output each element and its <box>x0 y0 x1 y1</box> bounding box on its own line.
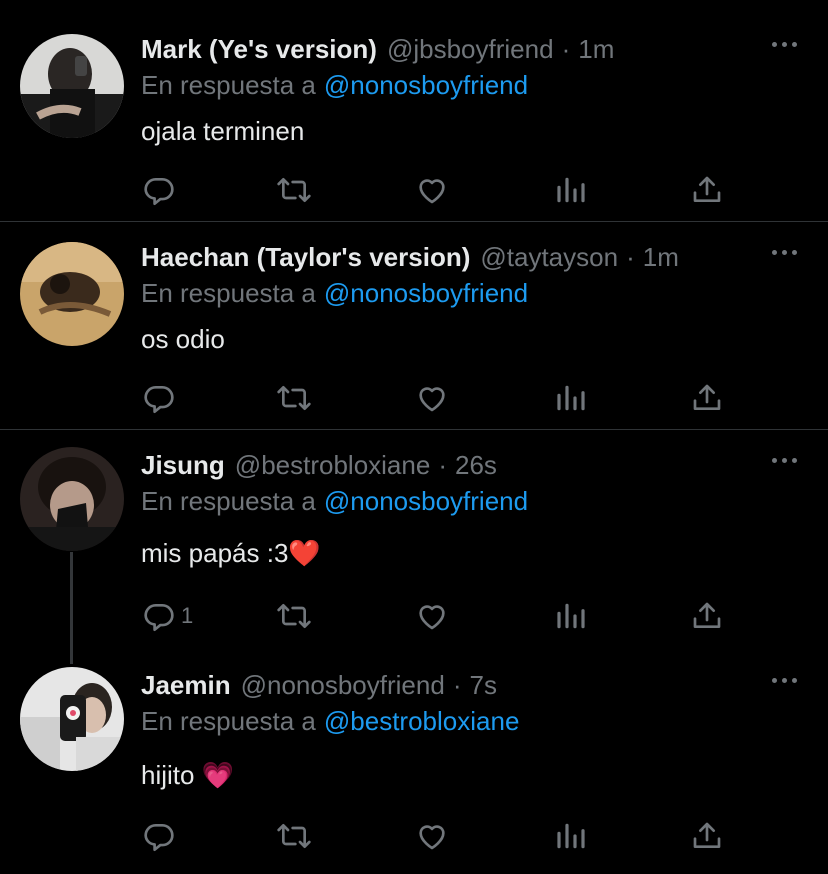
tweet-text: mis papás :3 <box>141 538 289 568</box>
reply-icon <box>144 824 174 852</box>
retweet-button[interactable] <box>276 596 312 636</box>
retweet-button[interactable] <box>276 378 312 418</box>
tweet-jisung[interactable]: Jisung @bestrobloxiane · 26s En respuest… <box>0 447 828 655</box>
reply-context: En respuesta a @nonosboyfriend <box>141 70 528 101</box>
share-icon <box>693 176 721 202</box>
like-icon <box>419 179 445 204</box>
action-bar: 1 <box>0 596 828 636</box>
like-button[interactable] <box>416 816 448 856</box>
reply-context: En respuesta a @nonosboyfriend <box>141 278 528 309</box>
more-icon[interactable] <box>772 250 802 262</box>
more-icon[interactable] <box>772 678 802 690</box>
display-name[interactable]: Mark (Ye's version) <box>141 34 377 65</box>
analytics-button[interactable] <box>556 596 586 636</box>
tweet-body: hijito 💗 <box>141 760 234 791</box>
reply-prefix: En respuesta a <box>141 486 316 516</box>
like-button[interactable] <box>416 378 448 418</box>
analytics-icon <box>557 385 585 411</box>
tweet-text: hijito <box>141 760 195 790</box>
reply-prefix: En respuesta a <box>141 706 316 736</box>
divider <box>0 221 828 222</box>
display-name[interactable]: Jisung <box>141 450 225 481</box>
analytics-button[interactable] <box>556 816 586 856</box>
avatar[interactable] <box>20 242 124 346</box>
display-name[interactable]: Jaemin <box>141 670 231 701</box>
reply-context: En respuesta a @nonosboyfriend <box>141 486 528 517</box>
share-icon <box>693 602 721 628</box>
reply-prefix: En respuesta a <box>141 70 316 100</box>
divider <box>0 429 828 430</box>
retweet-icon <box>277 824 311 848</box>
analytics-icon <box>557 177 585 203</box>
tweet-mark[interactable]: Mark (Ye's version) @jbsboyfriend · 1m E… <box>0 34 828 220</box>
timestamp[interactable]: 26s <box>455 450 497 481</box>
reply-to-handle[interactable]: @nonosboyfriend <box>324 278 528 308</box>
retweet-button[interactable] <box>276 170 312 210</box>
more-icon[interactable] <box>772 458 802 470</box>
separator-dot: · <box>452 670 462 700</box>
reply-prefix: En respuesta a <box>141 278 316 308</box>
display-name[interactable]: Haechan (Taylor's version) <box>141 242 470 273</box>
reply-to-handle[interactable]: @nonosboyfriend <box>324 486 528 516</box>
tweet-haechan[interactable]: Haechan (Taylor's version) @taytayson · … <box>0 242 828 428</box>
timestamp[interactable]: 1m <box>578 34 614 65</box>
reply-context: En respuesta a @bestrobloxiane <box>141 706 519 737</box>
avatar[interactable] <box>20 34 124 138</box>
analytics-button[interactable] <box>556 378 586 418</box>
tweet-text: ojala terminen <box>141 116 305 146</box>
tweet-body: mis papás :3❤️ <box>141 538 321 569</box>
retweet-button[interactable] <box>276 816 312 856</box>
like-button[interactable] <box>416 170 448 210</box>
like-icon <box>419 387 445 412</box>
avatar[interactable] <box>20 667 124 771</box>
reply-icon <box>144 178 174 206</box>
action-bar <box>0 378 828 418</box>
reply-to-handle[interactable]: @nonosboyfriend <box>324 70 528 100</box>
separator-dot: · <box>438 450 447 480</box>
reply-button[interactable] <box>143 170 181 210</box>
share-button[interactable] <box>691 378 723 418</box>
user-handle[interactable]: @bestrobloxiane <box>235 450 431 481</box>
separator-dot: · <box>626 242 635 272</box>
more-icon[interactable] <box>772 42 802 54</box>
timestamp[interactable]: 7s <box>469 670 496 701</box>
reply-count: 1 <box>181 603 194 628</box>
user-handle[interactable]: @jbsboyfriend <box>387 34 554 65</box>
action-bar <box>0 816 828 856</box>
timestamp[interactable]: 1m <box>643 242 679 273</box>
analytics-button[interactable] <box>556 170 586 210</box>
action-bar <box>0 170 828 210</box>
like-button[interactable] <box>416 596 448 636</box>
share-button[interactable] <box>691 170 723 210</box>
reply-to-handle[interactable]: @bestrobloxiane <box>324 706 520 736</box>
like-icon <box>419 825 445 850</box>
reply-button[interactable] <box>143 378 181 418</box>
analytics-icon <box>557 823 585 849</box>
tweet-jaemin[interactable]: Jaemin @nonosboyfriend · 7s En respuesta… <box>0 667 828 874</box>
retweet-icon <box>277 386 311 410</box>
reply-icon <box>144 386 174 414</box>
reply-button[interactable]: 1 <box>143 596 193 636</box>
share-icon <box>693 384 721 410</box>
like-icon <box>419 605 445 630</box>
share-icon <box>693 822 721 848</box>
analytics-icon <box>557 603 585 629</box>
avatar[interactable] <box>20 447 124 551</box>
reply-icon <box>144 604 174 632</box>
retweet-icon <box>277 604 311 628</box>
user-handle[interactable]: @nonosboyfriend <box>241 670 445 701</box>
sparkling-heart-emoji: 💗 <box>201 760 235 790</box>
user-handle[interactable]: @taytayson <box>480 242 618 273</box>
share-button[interactable] <box>691 596 723 636</box>
retweet-icon <box>277 178 311 202</box>
separator-dot: · <box>561 34 571 64</box>
tweet-text: os odio <box>141 324 225 354</box>
share-button[interactable] <box>691 816 723 856</box>
reply-button[interactable] <box>143 816 181 856</box>
heart-emoji: ❤️ <box>288 538 321 568</box>
